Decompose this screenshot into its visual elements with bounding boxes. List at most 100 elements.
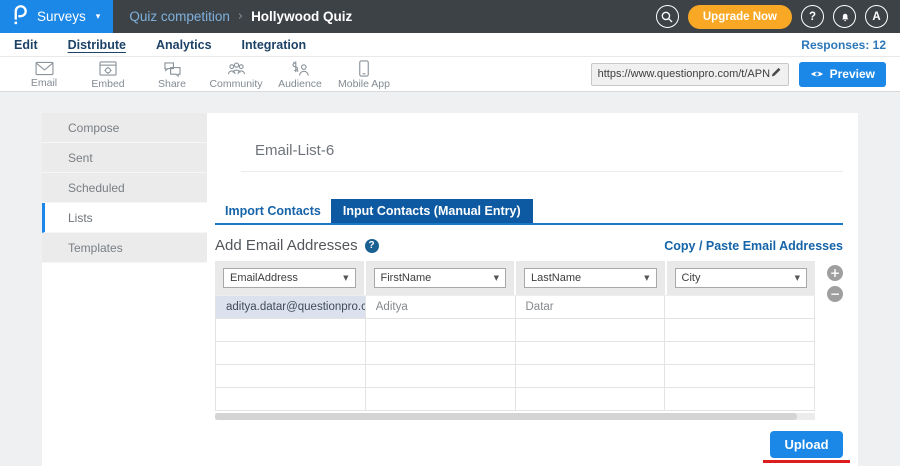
cell-firstname[interactable] [366,319,516,341]
cell-email[interactable] [216,388,366,410]
nav-item-distribute[interactable]: Distribute [68,38,126,52]
chevron-down-icon: ▾ [96,12,101,22]
column-header: LastName ▼ [516,261,665,295]
breadcrumb-separator-icon: › [238,9,243,24]
row-controls: + − [827,261,843,302]
search-button[interactable] [656,5,679,28]
column-header: EmailAddress ▼ [215,261,364,295]
table-row [216,365,815,388]
cell-lastname[interactable] [516,319,666,341]
nav-item-analytics[interactable]: Analytics [156,38,212,52]
nav-item-edit[interactable]: Edit [14,38,38,52]
cell-firstname[interactable]: Aditya [366,296,516,318]
cell-city[interactable] [665,342,815,364]
table-row [216,319,815,342]
chevron-down-icon: ▼ [644,274,649,282]
cell-lastname[interactable] [516,342,666,364]
select-value: EmailAddress [230,272,298,284]
avatar[interactable]: A [865,5,888,28]
channel-email[interactable]: Email [12,58,76,90]
cell-lastname[interactable] [516,388,666,410]
channel-community[interactable]: Community [204,58,268,90]
email-panel: Compose Sent Scheduled Lists Templates E… [42,113,858,466]
column-select-emailaddress[interactable]: EmailAddress ▼ [223,268,356,288]
sidebar-item-compose[interactable]: Compose [42,113,207,143]
help-button[interactable]: ? [801,5,824,28]
nav-item-integration[interactable]: Integration [242,38,307,52]
scrollbar-thumb[interactable] [215,413,797,420]
copy-paste-link[interactable]: Copy / Paste Email Addresses [664,239,843,253]
top-bar: Surveys ▾ Quiz competition › Hollywood Q… [0,0,900,33]
product-name: Surveys [37,9,86,24]
sidebar-item-lists[interactable]: Lists [42,203,207,233]
help-icon[interactable]: ? [365,239,379,253]
channel-label: Email [31,77,57,89]
add-row-button[interactable]: + [827,265,843,281]
responses-count[interactable]: Responses: 12 [801,38,886,52]
edit-url-icon[interactable] [770,65,782,83]
cell-lastname[interactable] [516,365,666,387]
select-value: City [682,272,701,284]
survey-nav: Edit Distribute Analytics Integration Re… [0,33,900,57]
tab-input-contacts-manual[interactable]: Input Contacts (Manual Entry) [331,199,533,223]
topbar-actions: Upgrade Now ? A [656,5,900,29]
horizontal-scrollbar[interactable] [215,413,815,420]
cell-firstname[interactable] [366,342,516,364]
cell-email[interactable] [216,342,366,364]
cell-city[interactable] [665,365,815,387]
column-select-city[interactable]: City ▼ [675,268,808,288]
remove-row-button[interactable]: − [827,286,843,302]
channel-embed[interactable]: Embed [76,58,140,90]
cell-firstname[interactable] [366,365,516,387]
channel-list: Email Embed Share [12,58,396,90]
upgrade-now-button[interactable]: Upgrade Now [688,5,792,29]
sidebar-item-label: Lists [68,211,93,225]
cell-lastname[interactable]: Datar [516,296,666,318]
contacts-grid: EmailAddress ▼ FirstName ▼ [215,261,815,420]
sidebar-item-label: Sent [68,151,93,165]
product-switcher[interactable]: Surveys ▾ [0,0,113,33]
upload-button[interactable]: Upload [770,431,843,458]
channel-mobile-app[interactable]: Mobile App [332,58,396,90]
cell-city[interactable] [665,319,815,341]
distribute-toolbar: Email Embed Share [0,57,900,92]
cell-firstname[interactable] [366,388,516,410]
annotation-underline [763,460,850,463]
survey-url-group: Preview [591,62,886,87]
eye-icon [810,69,824,79]
page-body: Compose Sent Scheduled Lists Templates E… [0,92,900,466]
channel-audience[interactable]: Audience [268,58,332,90]
cell-email[interactable]: aditya.datar@questionpro.com [216,296,366,318]
cell-email[interactable] [216,365,366,387]
column-select-firstname[interactable]: FirstName ▼ [374,268,507,288]
survey-url-input[interactable] [598,68,770,80]
section-header: Add Email Addresses ? Copy / Paste Email… [215,237,843,254]
sidebar-item-sent[interactable]: Sent [42,143,207,173]
sidebar-item-templates[interactable]: Templates [42,233,207,263]
upload-wrap: Upload [770,431,843,458]
email-sidebar: Compose Sent Scheduled Lists Templates [42,113,207,466]
community-icon [227,61,246,77]
audience-icon [291,61,310,77]
page-title: Email-List-6 [255,142,843,159]
cell-email[interactable] [216,319,366,341]
sidebar-item-scheduled[interactable]: Scheduled [42,173,207,203]
embed-icon [99,61,117,77]
chevron-down-icon: ▼ [343,274,348,282]
breadcrumb-parent[interactable]: Quiz competition [129,9,230,24]
preview-label: Preview [830,67,875,81]
cell-city[interactable] [665,296,815,318]
chevron-down-icon: ▼ [494,274,499,282]
tab-import-contacts[interactable]: Import Contacts [215,199,331,223]
sidebar-item-label: Scheduled [68,181,125,195]
notifications-button[interactable] [833,5,856,28]
list-content: Email-List-6 Import Contacts Input Conta… [207,113,858,466]
cell-city[interactable] [665,388,815,410]
channel-label: Community [209,78,262,90]
preview-button[interactable]: Preview [799,62,886,87]
chevron-down-icon: ▼ [795,274,800,282]
share-icon [163,61,182,77]
channel-share[interactable]: Share [140,58,204,90]
column-select-lastname[interactable]: LastName ▼ [524,268,657,288]
search-icon [660,10,674,24]
